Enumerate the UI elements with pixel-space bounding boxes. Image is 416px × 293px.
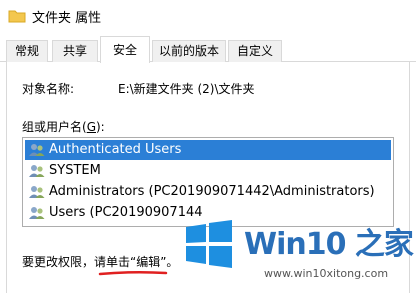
users-icon xyxy=(29,186,45,198)
tab-general[interactable]: 常规 xyxy=(6,40,48,62)
windows-logo-icon xyxy=(186,220,232,268)
users-icon xyxy=(29,165,45,177)
watermark-logo: Win10 之家 www.win10xitong.com xyxy=(178,205,416,293)
list-item-label: SYSTEM xyxy=(49,163,101,178)
folder-icon xyxy=(8,10,26,23)
tab-customize[interactable]: 自定义 xyxy=(228,40,282,62)
watermark-name: Win10 之家 xyxy=(244,227,414,262)
list-item-label: Administrators (PC201909071442\Administr… xyxy=(49,184,375,199)
list-item-administrators[interactable]: Administrators (PC201909071442\Administr… xyxy=(25,182,391,202)
list-item-label: Authenticated Users xyxy=(49,142,182,157)
access-key: G xyxy=(86,120,96,134)
tab-bar: 常规 共享 安全 以前的版本 自定义 xyxy=(0,36,416,63)
list-item-authenticated-users[interactable]: Authenticated Users xyxy=(25,140,391,160)
tab-previous-versions[interactable]: 以前的版本 xyxy=(152,40,226,62)
tab-sharing[interactable]: 共享 xyxy=(52,40,98,62)
object-name-label: 对象名称: xyxy=(22,82,75,96)
watermark-url: www.win10xitong.com xyxy=(264,267,389,280)
edit-permissions-hint: 要更改权限，请单击“编辑”。 xyxy=(22,255,179,269)
list-item-system[interactable]: SYSTEM xyxy=(25,161,391,181)
window-title: 文件夹 属性 xyxy=(32,11,102,26)
group-users-label: 组或用户名(G): xyxy=(22,120,105,134)
users-icon xyxy=(29,207,45,219)
annotation-underline xyxy=(98,270,168,276)
users-icon xyxy=(29,144,45,156)
object-name-value: E:\新建文件夹 (2)\文件夹 xyxy=(118,82,255,96)
title-bar: 文件夹 属性 xyxy=(0,0,416,32)
tab-security[interactable]: 安全 xyxy=(100,36,150,63)
